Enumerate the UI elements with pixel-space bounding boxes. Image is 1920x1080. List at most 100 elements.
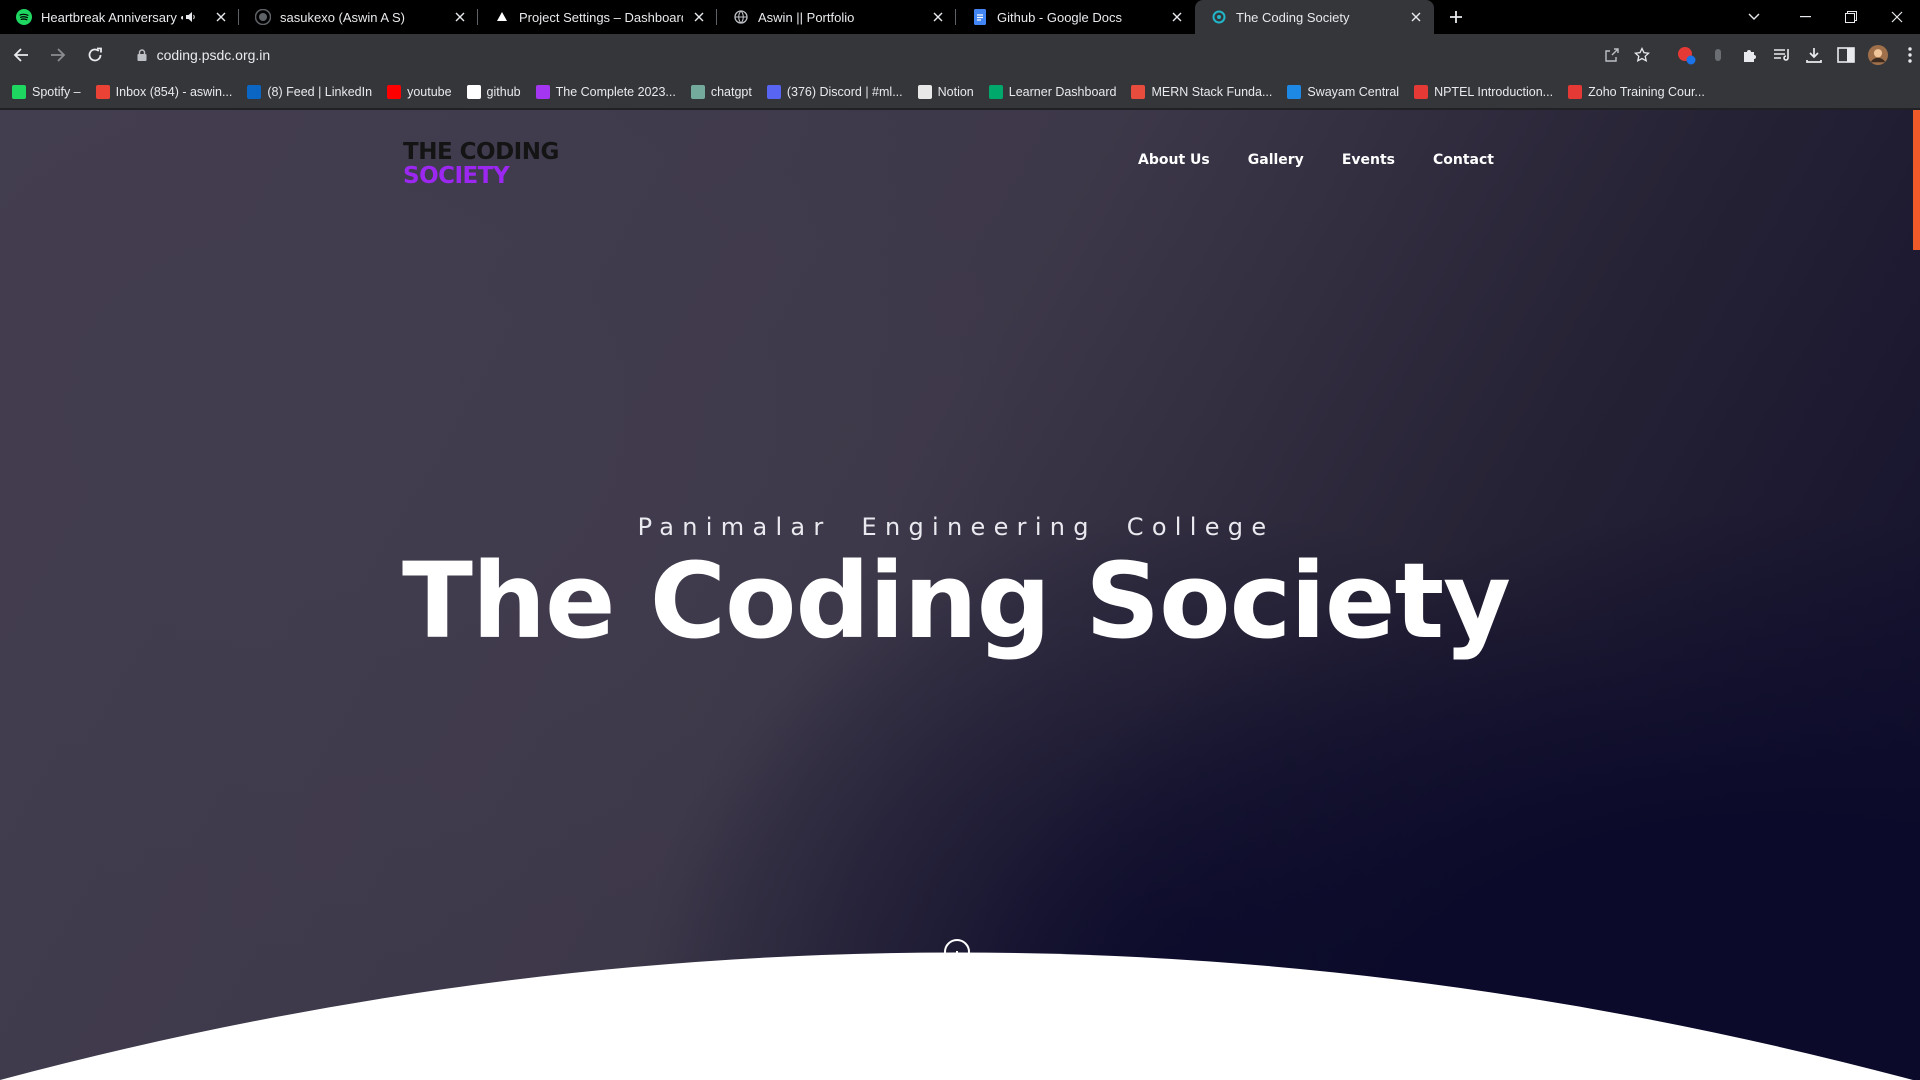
url-text[interactable]: coding.psdc.org.in — [157, 47, 271, 63]
puzzle-icon[interactable] — [1740, 45, 1760, 65]
close-icon[interactable] — [213, 9, 229, 25]
star-icon[interactable] — [1633, 47, 1650, 63]
minimize-button[interactable] — [1782, 0, 1828, 34]
spotify-icon — [12, 85, 26, 99]
bookmark-item[interactable]: MERN Stack Funda... — [1131, 85, 1272, 99]
gmail-icon — [95, 85, 110, 99]
globe-icon — [733, 9, 749, 25]
vercel-icon — [494, 9, 510, 25]
back-button[interactable] — [5, 39, 37, 71]
scrollbar-thumb[interactable] — [1913, 110, 1920, 250]
extension-badge-icon[interactable] — [1676, 45, 1696, 65]
tab-search-button[interactable] — [1734, 0, 1774, 34]
browser-tab[interactable]: sasukexo (Aswin A S) — [239, 0, 478, 34]
bookmark-item[interactable]: NPTEL Introduction... — [1414, 85, 1553, 99]
tab-title: The Coding Society — [1236, 9, 1350, 25]
hero-bottom-curve — [0, 952, 1913, 1080]
bookmark-item[interactable]: (376) Discord | #ml... — [766, 85, 903, 99]
bookmark-item[interactable]: Swayam Central — [1287, 85, 1399, 99]
github-icon — [255, 9, 271, 25]
tab-title: Heartbreak Anniversary • Giv — [41, 9, 183, 25]
page-scrollbar[interactable] — [1913, 110, 1920, 1080]
bookmark-item[interactable]: Learner Dashboard — [988, 85, 1117, 99]
close-icon[interactable] — [452, 9, 468, 25]
logo-line-1: THE CODING — [403, 139, 559, 165]
restore-icon — [1845, 11, 1857, 23]
reload-button[interactable] — [79, 39, 111, 71]
bookmark-label: NPTEL Introduction... — [1434, 85, 1554, 99]
browser-tab[interactable]: Github - Google Docs — [956, 0, 1195, 34]
linkedin-icon — [247, 85, 262, 99]
plus-icon — [1450, 11, 1462, 23]
leaf-icon — [988, 85, 1003, 99]
new-tab-button[interactable] — [1438, 0, 1474, 34]
google-docs-icon — [972, 9, 988, 25]
bookmark-item[interactable]: Inbox (854) - aswin... — [95, 85, 232, 99]
tab-strip: Heartbreak Anniversary • Giv sasukexo (A… — [0, 0, 1920, 34]
site-logo[interactable]: THE CODING SOCIETY — [403, 140, 559, 188]
browser-toolbar: coding.psdc.org.in — [0, 34, 1920, 76]
bookmark-item[interactable]: Zoho Training Cour... — [1568, 85, 1705, 99]
reload-icon — [88, 47, 102, 62]
bookmark-label: github — [486, 85, 521, 99]
bookmark-item[interactable]: Notion — [917, 85, 974, 99]
browser-tab[interactable]: Heartbreak Anniversary • Giv — [0, 0, 239, 34]
youtube-icon — [387, 85, 402, 99]
swayam-icon — [1287, 85, 1302, 99]
close-icon — [1891, 11, 1903, 23]
bookmark-item[interactable]: The Complete 2023... — [535, 85, 676, 99]
nav-gallery[interactable]: Gallery — [1248, 152, 1304, 168]
bookmark-label: (376) Discord | #ml... — [786, 85, 903, 99]
address-bar[interactable]: coding.psdc.org.in — [122, 39, 1662, 71]
bookmark-label: MERN Stack Funda... — [1151, 85, 1273, 99]
bookmark-label: Learner Dashboard — [1008, 85, 1117, 99]
mern-icon — [1131, 85, 1146, 99]
bookmark-label: Zoho Training Cour... — [1588, 85, 1705, 99]
arrow-left-icon — [13, 48, 28, 62]
speaker-icon[interactable] — [183, 11, 199, 23]
spotify-icon — [16, 9, 32, 25]
logo-line-2: SOCIETY — [403, 163, 510, 189]
avatar[interactable] — [1867, 45, 1888, 65]
tab-title: Aswin || Portfolio — [758, 9, 855, 25]
bookmark-item[interactable]: chatgpt — [690, 85, 752, 99]
close-window-button[interactable] — [1874, 0, 1920, 34]
bookmark-item[interactable]: youtube — [387, 85, 452, 99]
nptel-icon — [1414, 85, 1429, 99]
nav-events[interactable]: Events — [1342, 152, 1395, 168]
browser-tab-active[interactable]: The Coding Society — [1195, 0, 1434, 34]
bookmark-label: youtube — [407, 85, 452, 99]
nav-about-us[interactable]: About Us — [1138, 152, 1210, 168]
forward-button[interactable] — [42, 39, 74, 71]
bookmark-item[interactable]: (8) Feed | LinkedIn — [247, 85, 372, 99]
hero-subtitle: Panimalar Engineering College — [637, 513, 1275, 541]
bookmark-item[interactable]: Spotify – — [12, 85, 81, 99]
tab-title: Github - Google Docs — [997, 9, 1123, 25]
bookmark-label: Spotify – — [32, 85, 81, 99]
bookmarks-bar: Spotify – Inbox (854) - aswin... (8) Feed… — [0, 76, 1920, 109]
tab-title: Project Settings – Dashboard – V — [519, 9, 683, 25]
browser-tab[interactable]: Project Settings – Dashboard – V — [478, 0, 717, 34]
close-icon[interactable] — [1169, 9, 1185, 25]
close-icon[interactable] — [691, 9, 707, 25]
close-icon[interactable] — [1408, 9, 1424, 25]
chevron-down-icon — [1748, 13, 1760, 20]
bookmark-label: Swayam Central — [1307, 85, 1400, 99]
bookmark-label: (8) Feed | LinkedIn — [267, 85, 373, 99]
close-icon[interactable] — [930, 9, 946, 25]
browser-tab[interactable]: Aswin || Portfolio — [717, 0, 956, 34]
bookmark-item[interactable]: github — [466, 85, 521, 99]
download-icon[interactable] — [1804, 45, 1824, 65]
nav-contact[interactable]: Contact — [1433, 152, 1494, 168]
chatgpt-icon — [690, 85, 705, 99]
tab-title: sasukexo (Aswin A S) — [280, 9, 405, 25]
bookmark-label: The Complete 2023... — [555, 85, 676, 99]
lock-icon[interactable] — [137, 49, 147, 61]
hero-title: The Coding Society — [402, 540, 1511, 662]
media-control-icon[interactable] — [1772, 45, 1792, 65]
extension-icon[interactable] — [1708, 45, 1728, 65]
side-panel-icon[interactable] — [1836, 45, 1856, 65]
restore-button[interactable] — [1828, 0, 1874, 34]
more-vert-icon[interactable] — [1900, 45, 1920, 65]
share-icon[interactable] — [1604, 47, 1620, 63]
